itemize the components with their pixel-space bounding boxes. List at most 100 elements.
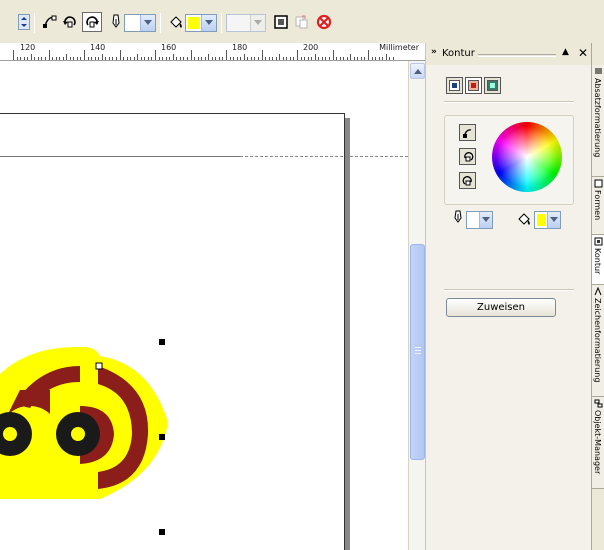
ruler-tick: [336, 57, 338, 60]
rotate-icon[interactable]: [459, 148, 476, 165]
chevron-down-icon: [479, 212, 492, 228]
ruler-tick: [229, 57, 231, 60]
ruler-tick: [282, 57, 284, 60]
line-style-combo[interactable]: [226, 14, 266, 32]
ruler-tick: [169, 57, 171, 60]
ruler-tick: [20, 57, 22, 60]
vertical-scrollbar[interactable]: [408, 61, 425, 550]
convert-icon[interactable]: [459, 124, 476, 141]
ruler-tick: [289, 57, 291, 60]
outline-mode-button[interactable]: [484, 77, 501, 94]
ruler-label: 120: [20, 43, 36, 52]
ruler-tick: [297, 50, 298, 60]
ruler-tick: [257, 57, 259, 60]
ruler-tick: [389, 57, 391, 60]
ruler-tick: [27, 57, 29, 60]
ruler-tick: [186, 57, 188, 60]
assign-button[interactable]: Zuweisen: [446, 298, 556, 317]
outline-width-combo[interactable]: [466, 211, 493, 229]
ruler-tick: [112, 57, 114, 60]
property-toolbar: [0, 0, 604, 43]
ruler-tick: [140, 57, 142, 60]
outline-width-combo[interactable]: [124, 14, 156, 32]
outline-props-icon[interactable]: [271, 12, 291, 32]
ruler-tick: [318, 57, 320, 60]
ruler-tick: [137, 54, 139, 60]
ruler-tick: [119, 50, 121, 60]
ruler-tick: [240, 57, 242, 60]
chevron-up-icon: [413, 69, 422, 74]
ruler-tick: [314, 54, 316, 60]
ruler-tick: [233, 57, 235, 60]
chevron-down-icon: [140, 15, 155, 31]
fill-color-swatch: [188, 17, 200, 29]
ruler-tick: [226, 50, 227, 60]
ruler-label: 140: [90, 43, 106, 52]
ruler-tick: [215, 57, 217, 60]
horizontal-ruler[interactable]: 120 140 160 180 200 Millimeter: [0, 43, 425, 61]
ruler-tick: [52, 57, 54, 60]
spinner-icon[interactable]: [14, 12, 34, 32]
copy-props-icon[interactable]: [292, 12, 312, 32]
ruler-tick: [80, 57, 82, 60]
ruler-tick: [126, 57, 128, 60]
node-handle[interactable]: [95, 362, 103, 370]
ruler-tick: [357, 57, 359, 60]
collapse-icon[interactable]: »: [431, 47, 437, 57]
docker-tab-strip: Absatzformatierung Formen Kontur Zeichen…: [591, 43, 604, 550]
selection-handle[interactable]: [159, 434, 165, 440]
guideline[interactable]: [0, 156, 240, 157]
minimize-icon[interactable]: ▲: [562, 47, 569, 57]
outline-mode-button[interactable]: [446, 77, 463, 94]
guideline-dashed[interactable]: [240, 156, 408, 157]
ruler-tick: [350, 54, 352, 60]
ruler-tick: [62, 57, 64, 60]
selection-handle[interactable]: [159, 529, 165, 535]
tab-formen[interactable]: Formen: [592, 177, 604, 235]
ruler-tick: [364, 57, 366, 60]
tab-label: Formen: [593, 190, 602, 221]
outline-mode-button[interactable]: [465, 77, 482, 94]
reverse-rotate-icon[interactable]: [459, 172, 476, 189]
drawing-canvas[interactable]: [0, 61, 408, 550]
ruler-tick: [13, 50, 14, 60]
ruler-tick: [204, 57, 206, 60]
close-icon[interactable]: ✕: [578, 46, 588, 60]
ruler-tick: [133, 57, 135, 60]
ruler-tick: [343, 57, 345, 60]
outline-color-combo[interactable]: [534, 211, 561, 229]
fill-bucket-icon[interactable]: [166, 12, 186, 32]
ruler-tick: [371, 57, 373, 60]
ruler-tick: [272, 57, 274, 60]
ruler-tick: [368, 50, 369, 60]
chevron-down-icon: [547, 212, 560, 228]
convert-to-curves-icon[interactable]: [40, 12, 60, 32]
tab-label: Absatzformatierung: [593, 78, 602, 158]
selection-handle[interactable]: [159, 339, 165, 345]
ruler-label: 160: [161, 43, 177, 52]
scrollbar-thumb[interactable]: [410, 244, 425, 460]
tab-objekt-manager[interactable]: Objekt-Manager: [592, 397, 604, 489]
ruler-tick: [172, 54, 174, 60]
fill-bucket-icon: [516, 211, 532, 227]
pen-icon[interactable]: [106, 12, 126, 32]
docker-title: Kontur: [442, 48, 475, 59]
tab-kontur[interactable]: Kontur: [592, 235, 604, 285]
logo-yellow-dot: [3, 427, 17, 441]
ruler-tick: [69, 57, 71, 60]
ruler-tick: [307, 57, 309, 60]
tab-absatzformatierung[interactable]: Absatzformatierung: [592, 65, 604, 177]
no-outline-icon[interactable]: [314, 12, 334, 32]
scroll-up-button[interactable]: [410, 63, 425, 79]
ruler-tick: [91, 57, 93, 60]
rotate-icon[interactable]: [60, 12, 80, 32]
ruler-tick: [375, 57, 377, 60]
ruler-tick: [268, 57, 270, 60]
fill-color-combo[interactable]: [185, 14, 217, 32]
ruler-tick: [197, 57, 199, 60]
ruler-tick: [98, 57, 100, 60]
reverse-rotate-icon[interactable]: [82, 12, 102, 32]
tab-label: Kontur: [593, 248, 602, 275]
logo-object[interactable]: [0, 344, 190, 504]
tab-zeichenformatierung[interactable]: Zeichenformatierung: [592, 285, 604, 397]
